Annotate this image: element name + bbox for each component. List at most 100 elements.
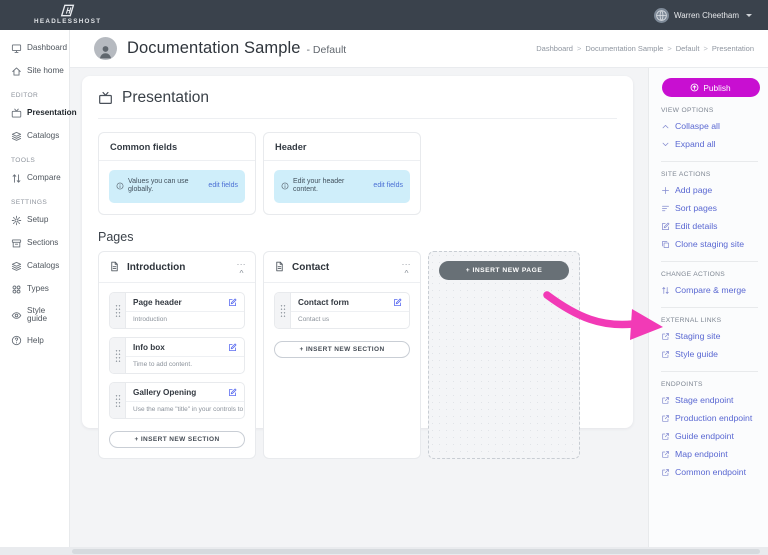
section-drag-handle[interactable] [275, 293, 291, 328]
home-icon [11, 66, 22, 77]
sidebar-item-dashboard[interactable]: Dashboard [0, 37, 69, 60]
page-collapse-button[interactable]: ^ [404, 269, 408, 278]
drag-dots-icon [115, 349, 121, 363]
external-link-icon [661, 350, 670, 359]
action-link-clone-staging-site[interactable]: Clone staging site [661, 235, 760, 253]
doc-icon [274, 261, 285, 272]
sidebar-section-label: TOOLS [0, 148, 69, 167]
section-subtitle: Introduction [126, 312, 244, 328]
right-group-label: SITE ACTIONS [661, 171, 760, 178]
field-card-title: Common fields [99, 133, 255, 161]
sidebar-item-catalogs[interactable]: Catalogs [0, 125, 69, 148]
action-link-style-guide[interactable]: Style guide [661, 345, 760, 363]
compare-icon [11, 173, 22, 184]
page-menu-button[interactable]: ... [402, 259, 411, 267]
breadcrumb-item[interactable]: Default [676, 44, 700, 53]
gear-icon [11, 215, 22, 226]
action-link-label: Common endpoint [675, 468, 746, 477]
drag-dots-icon [280, 304, 286, 318]
edit-fields-link[interactable]: edit fields [373, 182, 403, 190]
section-drag-handle[interactable] [110, 383, 126, 418]
horizontal-scrollbar[interactable] [0, 547, 768, 555]
app-root: HEADLESSHOST Warren Cheetham DashboardSi… [0, 0, 768, 555]
sidebar-item-types[interactable]: Types [0, 278, 69, 301]
page-card-header: Contact...^ [264, 252, 420, 284]
section-drag-handle[interactable] [110, 293, 126, 328]
action-link-add-page[interactable]: Add page [661, 181, 760, 199]
insert-new-section-button[interactable]: + INSERT NEW SECTION [109, 431, 245, 448]
sidebar-item-setup[interactable]: Setup [0, 209, 69, 232]
action-link-staging-site[interactable]: Staging site [661, 327, 760, 345]
section-title-row: Info box [126, 338, 244, 357]
sidebar-item-label: Help [27, 337, 44, 345]
right-group-label: CHANGE ACTIONS [661, 271, 760, 278]
edit-section-icon[interactable] [228, 388, 237, 397]
action-link-common-endpoint[interactable]: Common endpoint [661, 463, 760, 481]
user-avatar-icon [654, 8, 669, 23]
sidebar-item-label: Presentation [27, 109, 77, 117]
action-link-production-endpoint[interactable]: Production endpoint [661, 409, 760, 427]
sections-icon [11, 238, 22, 249]
sort-icon [661, 204, 670, 213]
edit-section-icon[interactable] [228, 343, 237, 352]
publish-button[interactable]: Publish [662, 78, 760, 97]
divider [661, 307, 758, 308]
action-link-sort-pages[interactable]: Sort pages [661, 199, 760, 217]
insert-new-section-button[interactable]: + INSERT NEW SECTION [274, 341, 410, 358]
breadcrumb-item[interactable]: Dashboard [536, 44, 573, 53]
sidebar-item-compare[interactable]: Compare [0, 167, 69, 190]
sidebar-item-help[interactable]: Help [0, 329, 69, 352]
sidebar-item-catalogs[interactable]: Catalogs [0, 255, 69, 278]
publish-label: Publish [703, 83, 730, 93]
edit-section-icon[interactable] [393, 298, 402, 307]
sidebar-item-site-home[interactable]: Site home [0, 60, 69, 83]
scrollbar-thumb[interactable] [72, 549, 760, 554]
page-header: Documentation Sample - Default Dashboard… [70, 30, 768, 68]
chevron-down-icon [746, 14, 752, 17]
breadcrumb-separator: > [703, 44, 707, 53]
edit-section-icon[interactable] [228, 298, 237, 307]
insert-new-page-button[interactable]: + INSERT NEW PAGE [439, 261, 569, 280]
page-title: Documentation Sample [127, 39, 301, 58]
action-link-expand-all[interactable]: Expand all [661, 135, 760, 153]
action-link-edit-details[interactable]: Edit details [661, 217, 760, 235]
right-group-label: ENDPOINTS [661, 381, 760, 388]
page-subtitle: - Default [307, 41, 347, 56]
main-content: Presentation Common fieldsValues you can… [70, 68, 648, 547]
page-menu-button[interactable]: ... [237, 259, 246, 267]
sidebar-item-style-guide[interactable]: Style guide [0, 301, 69, 329]
doc-icon [109, 261, 120, 272]
sidebar-section-label: EDITOR [0, 83, 69, 102]
chevron-up-icon [661, 122, 670, 131]
action-link-map-endpoint[interactable]: Map endpoint [661, 445, 760, 463]
presentation-title: Presentation [122, 89, 209, 107]
sidebar-item-presentation[interactable]: Presentation [0, 102, 69, 125]
edit-fields-link[interactable]: edit fields [208, 182, 238, 190]
sidebar-item-label: Style guide [27, 307, 67, 323]
headlesshost-logo-icon [59, 4, 77, 17]
divider [661, 161, 758, 162]
section-main: Page headerIntroduction [126, 293, 244, 328]
breadcrumb-item[interactable]: Documentation Sample [585, 44, 663, 53]
section-drag-handle[interactable] [110, 338, 126, 373]
action-link-compare-merge[interactable]: Compare & merge [661, 281, 760, 299]
action-link-guide-endpoint[interactable]: Guide endpoint [661, 427, 760, 445]
user-menu[interactable]: Warren Cheetham [654, 8, 752, 23]
page-card-header: Introduction...^ [99, 252, 255, 284]
section-main: Gallery OpeningUse the name "title" in y… [126, 383, 244, 418]
right-group-label: EXTERNAL LINKS [661, 317, 760, 324]
sidebar-section-label: SETTINGS [0, 190, 69, 209]
section-title-row: Page header [126, 293, 244, 312]
types-icon [11, 284, 22, 295]
sidebar-item-sections[interactable]: Sections [0, 232, 69, 255]
page-card-controls: ... ^ [237, 259, 246, 278]
brand[interactable]: HEADLESSHOST [34, 4, 101, 25]
breadcrumb-item[interactable]: Presentation [712, 44, 754, 53]
page-collapse-button[interactable]: ^ [239, 269, 243, 278]
action-link-label: Stage endpoint [675, 396, 733, 405]
action-link-label: Map endpoint [675, 450, 728, 459]
sidebar-item-label: Types [27, 285, 49, 293]
action-link-stage-endpoint[interactable]: Stage endpoint [661, 391, 760, 409]
field-card-title: Header [264, 133, 420, 161]
action-link-collaspe-all[interactable]: Collaspe all [661, 117, 760, 135]
